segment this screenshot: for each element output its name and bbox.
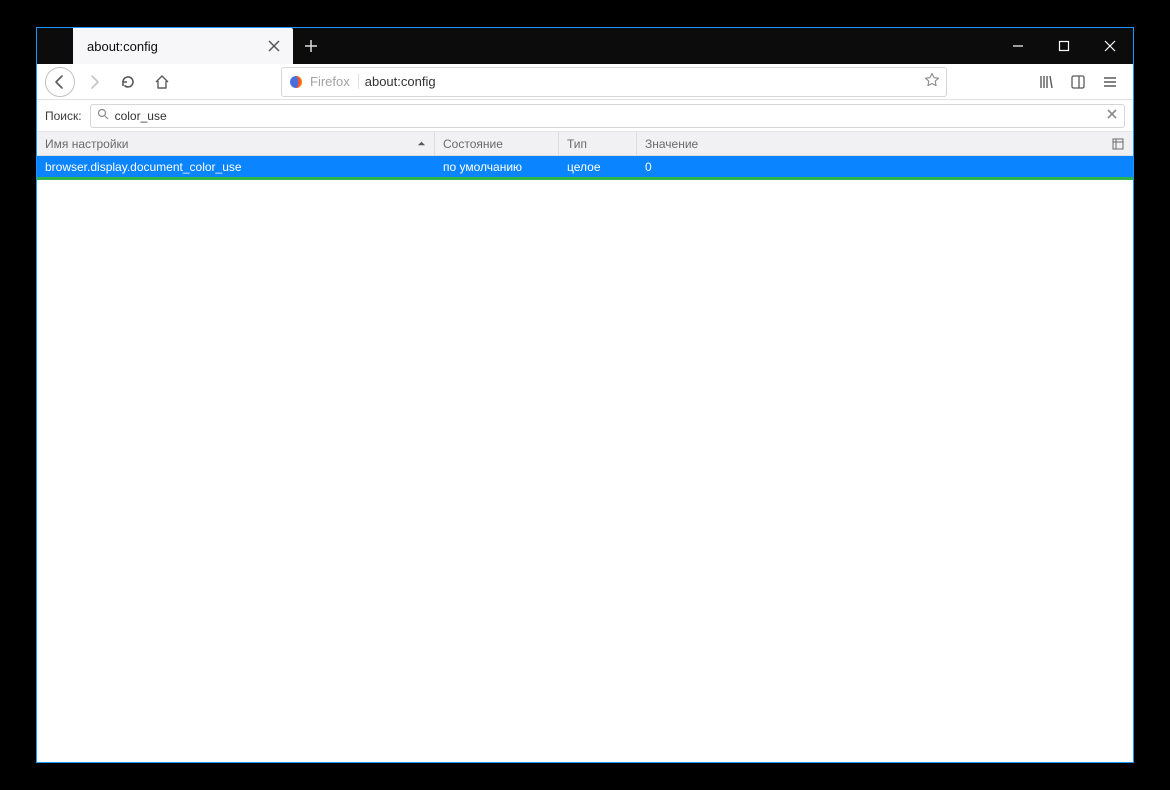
cell-name: browser.display.document_color_use — [37, 156, 435, 177]
new-tab-button[interactable] — [293, 28, 329, 64]
cell-type: целое — [559, 156, 637, 177]
search-input[interactable]: color_use — [90, 104, 1125, 128]
minimize-button[interactable] — [995, 28, 1041, 64]
maximize-button[interactable] — [1041, 28, 1087, 64]
nav-toolbar: Firefox about:config — [37, 64, 1133, 100]
search-value: color_use — [115, 109, 167, 123]
firefox-icon — [288, 74, 304, 90]
library-icon[interactable] — [1031, 67, 1061, 97]
table-header: Имя настройки Состояние Тип Значение — [37, 132, 1133, 156]
column-header-name[interactable]: Имя настройки — [37, 132, 435, 155]
cell-value: 0 — [637, 156, 1133, 177]
search-icon — [97, 108, 109, 123]
tab-active[interactable]: about:config — [73, 28, 293, 64]
toolbar-right — [1031, 67, 1125, 97]
titlebar: about:config — [37, 28, 1133, 64]
column-header-type[interactable]: Тип — [559, 132, 637, 155]
search-row: Поиск: color_use — [37, 100, 1133, 132]
back-button[interactable] — [45, 67, 75, 97]
close-window-button[interactable] — [1087, 28, 1133, 64]
url-identity: Firefox — [310, 74, 359, 89]
menu-icon[interactable] — [1095, 67, 1125, 97]
reload-button[interactable] — [113, 67, 143, 97]
tab-title: about:config — [87, 39, 265, 54]
forward-button — [79, 67, 109, 97]
url-bar[interactable]: Firefox about:config — [281, 67, 947, 97]
sidebar-icon[interactable] — [1063, 67, 1093, 97]
bookmark-star-icon[interactable] — [924, 72, 940, 91]
sort-asc-icon — [417, 137, 426, 151]
column-header-value[interactable]: Значение — [637, 132, 1133, 155]
column-picker-icon[interactable] — [1109, 132, 1127, 155]
close-tab-icon[interactable] — [265, 37, 283, 55]
column-header-state[interactable]: Состояние — [435, 132, 559, 155]
table-row[interactable]: browser.display.document_color_use по ум… — [37, 156, 1133, 180]
window-controls — [995, 28, 1133, 64]
cell-state: по умолчанию — [435, 156, 559, 177]
search-label: Поиск: — [45, 109, 82, 123]
clear-search-icon[interactable] — [1106, 108, 1118, 123]
home-button[interactable] — [147, 67, 177, 97]
browser-window: about:config — [36, 27, 1134, 763]
table-body: browser.display.document_color_use по ум… — [37, 156, 1133, 762]
url-text: about:config — [365, 74, 918, 89]
